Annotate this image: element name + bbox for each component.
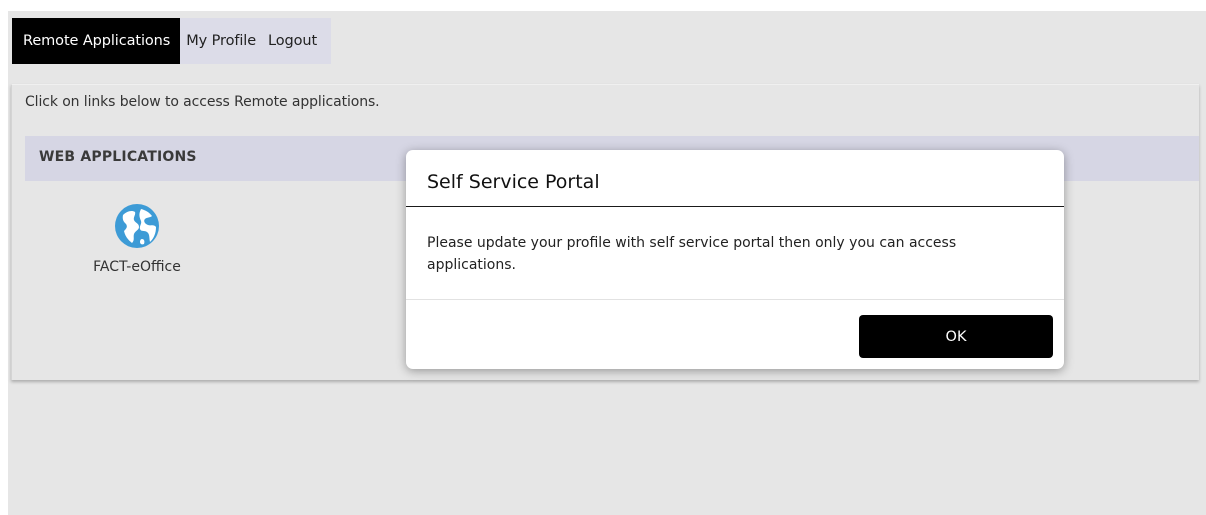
app-label: FACT-eOffice	[93, 259, 181, 275]
intro-text: Click on links below to access Remote ap…	[25, 94, 380, 110]
ok-button[interactable]: OK	[859, 315, 1053, 358]
modal-footer: OK	[406, 299, 1064, 369]
globe-icon	[115, 204, 159, 248]
modal-title: Self Service Portal	[427, 171, 600, 193]
app-tile-fact-eoffice[interactable]: FACT-eOffice	[72, 203, 202, 275]
top-navigation: Remote Applications My Profile Logout	[12, 18, 332, 64]
modal-dialog: Self Service Portal Please update your p…	[406, 150, 1064, 369]
nav-item-my-profile[interactable]: My Profile	[180, 18, 262, 64]
modal-message: Please update your profile with self ser…	[427, 235, 957, 273]
nav-item-remote-applications[interactable]: Remote Applications	[12, 18, 181, 64]
modal-header: Self Service Portal	[406, 150, 1064, 207]
nav-item-logout[interactable]: Logout	[262, 18, 323, 64]
section-title: WEB APPLICATIONS	[39, 149, 197, 165]
